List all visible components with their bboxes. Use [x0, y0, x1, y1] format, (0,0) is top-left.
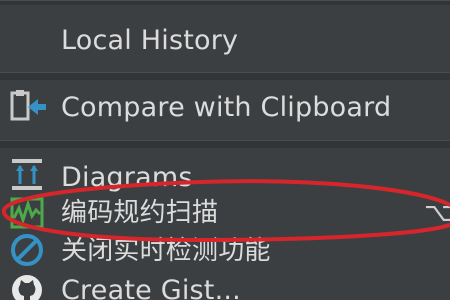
menu-separator — [0, 140, 450, 148]
code-scan-icon — [8, 194, 48, 234]
menu-item-label: 编码规约扫描 — [61, 198, 219, 228]
menu-item-label: Compare with Clipboard — [61, 92, 392, 123]
menu-item-label: Local History — [61, 25, 239, 56]
menu-item-code-scan[interactable]: 编码规约扫描 ⌥ — [0, 196, 450, 232]
context-menu: Local History Compare with Clipboard Dia… — [0, 0, 450, 300]
github-icon — [8, 270, 48, 300]
menu-item-compare-with-clipboard[interactable]: Compare with Clipboard — [0, 84, 450, 130]
menu-item-label: Create Gist... — [61, 275, 241, 300]
menu-separator — [0, 0, 450, 5]
disable-icon — [8, 230, 48, 270]
menu-item-label: 关闭实时检测功能 — [61, 236, 271, 266]
menu-item-shortcut: ⌥ — [424, 198, 450, 228]
menu-item-local-history[interactable]: Local History — [0, 18, 450, 64]
compare-clipboard-icon — [8, 87, 48, 127]
menu-item-disable-realtime-check[interactable]: 关闭实时检测功能 — [0, 232, 450, 268]
menu-separator — [0, 72, 450, 80]
menu-item-label: Diagrams — [61, 162, 193, 193]
diagrams-icon — [8, 156, 48, 196]
menu-item-create-gist[interactable]: Create Gist... — [0, 268, 450, 300]
menu-item-diagrams[interactable]: Diagrams — [0, 156, 450, 196]
